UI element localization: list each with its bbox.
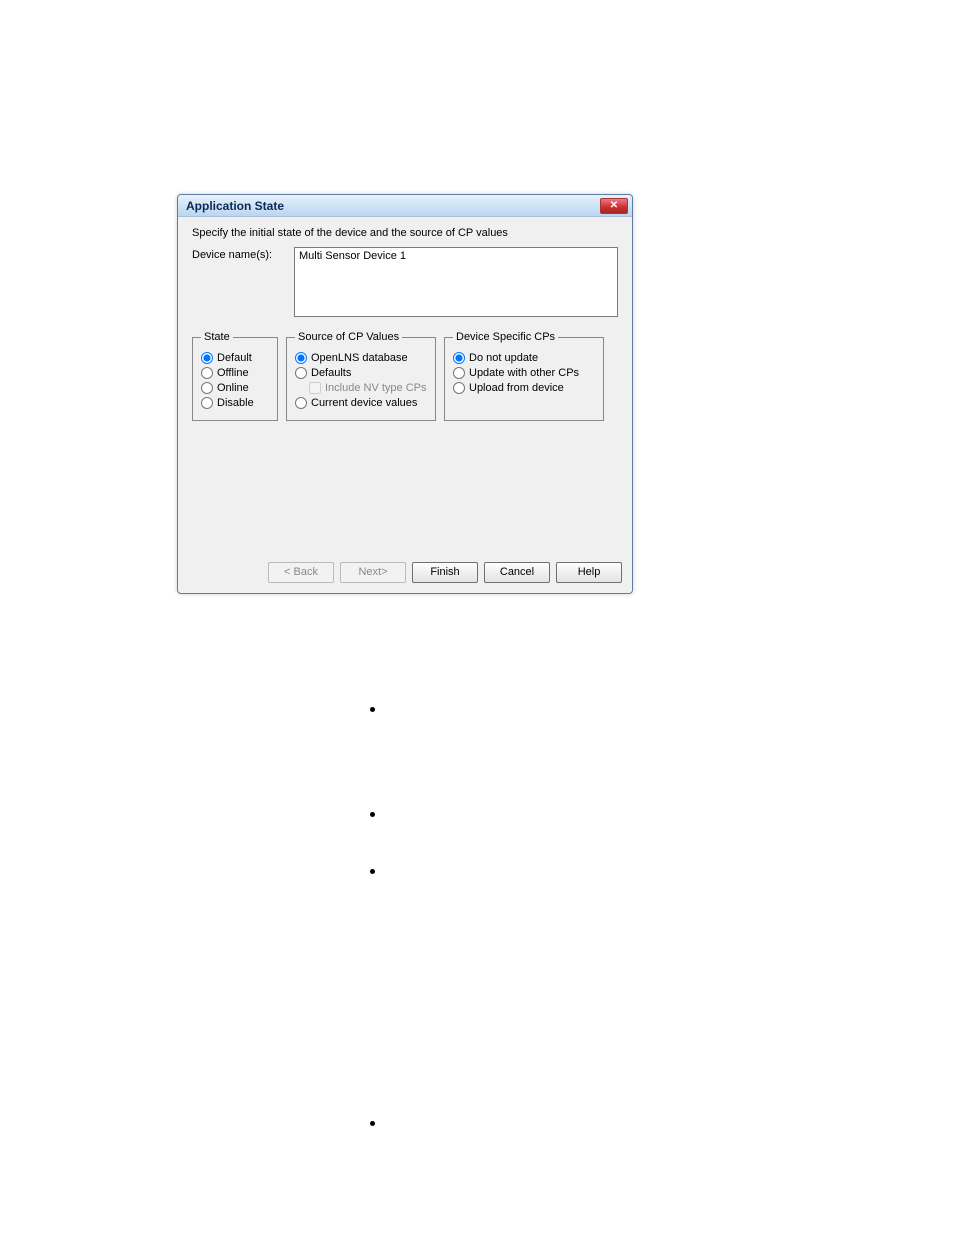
application-state-dialog: Application State Specify the initial st… bbox=[177, 194, 633, 594]
device-name-item: Multi Sensor Device 1 bbox=[299, 250, 613, 262]
specific-update-with-other-label: Update with other CPs bbox=[469, 367, 579, 379]
source-defaults-label: Defaults bbox=[311, 367, 351, 379]
state-offline-label: Offline bbox=[217, 367, 249, 379]
page-bullet bbox=[370, 1121, 375, 1126]
state-legend: State bbox=[201, 331, 233, 343]
source-current-input[interactable] bbox=[295, 397, 307, 409]
help-button[interactable]: Help bbox=[556, 562, 622, 583]
cancel-button[interactable]: Cancel bbox=[484, 562, 550, 583]
specific-upload-input[interactable] bbox=[453, 382, 465, 394]
button-row: < Back Next> Finish Cancel Help bbox=[178, 556, 632, 593]
finish-button[interactable]: Finish bbox=[412, 562, 478, 583]
device-names-list[interactable]: Multi Sensor Device 1 bbox=[294, 247, 618, 317]
device-names-label: Device name(s): bbox=[192, 247, 282, 261]
specific-do-not-update-input[interactable] bbox=[453, 352, 465, 364]
source-defaults-input[interactable] bbox=[295, 367, 307, 379]
source-include-nv-input bbox=[309, 382, 321, 394]
state-online-input[interactable] bbox=[201, 382, 213, 394]
close-button[interactable] bbox=[600, 198, 628, 214]
state-disable-label: Disable bbox=[217, 397, 254, 409]
device-names-row: Device name(s): Multi Sensor Device 1 bbox=[192, 247, 618, 317]
source-openlns-radio[interactable]: OpenLNS database bbox=[295, 352, 427, 364]
dialog-title: Application State bbox=[186, 199, 284, 213]
specific-upload-radio[interactable]: Upload from device bbox=[453, 382, 595, 394]
specific-update-with-other-input[interactable] bbox=[453, 367, 465, 379]
state-offline-input[interactable] bbox=[201, 367, 213, 379]
state-default-input[interactable] bbox=[201, 352, 213, 364]
specific-legend: Device Specific CPs bbox=[453, 331, 558, 343]
state-disable-radio[interactable]: Disable bbox=[201, 397, 269, 409]
source-defaults-radio[interactable]: Defaults bbox=[295, 367, 427, 379]
source-include-nv-checkbox: Include NV type CPs bbox=[309, 382, 427, 394]
state-online-label: Online bbox=[217, 382, 249, 394]
source-current-label: Current device values bbox=[311, 397, 417, 409]
source-current-radio[interactable]: Current device values bbox=[295, 397, 427, 409]
page-bullet bbox=[370, 707, 375, 712]
dialog-body: Specify the initial state of the device … bbox=[178, 217, 632, 556]
specific-do-not-update-radio[interactable]: Do not update bbox=[453, 352, 595, 364]
back-button: < Back bbox=[268, 562, 334, 583]
state-offline-radio[interactable]: Offline bbox=[201, 367, 269, 379]
source-legend: Source of CP Values bbox=[295, 331, 402, 343]
specific-upload-label: Upload from device bbox=[469, 382, 564, 394]
state-default-radio[interactable]: Default bbox=[201, 352, 269, 364]
specific-update-with-other-radio[interactable]: Update with other CPs bbox=[453, 367, 595, 379]
state-default-label: Default bbox=[217, 352, 252, 364]
source-openlns-label: OpenLNS database bbox=[311, 352, 408, 364]
state-disable-input[interactable] bbox=[201, 397, 213, 409]
page-bullet bbox=[370, 869, 375, 874]
specific-do-not-update-label: Do not update bbox=[469, 352, 538, 364]
titlebar: Application State bbox=[178, 195, 632, 217]
state-group: State Default Offline Online Disable bbox=[192, 331, 278, 421]
source-openlns-input[interactable] bbox=[295, 352, 307, 364]
instruction-text: Specify the initial state of the device … bbox=[192, 227, 618, 239]
groups-row: State Default Offline Online Disable bbox=[192, 331, 618, 421]
page-bullet bbox=[370, 812, 375, 817]
source-group: Source of CP Values OpenLNS database Def… bbox=[286, 331, 436, 421]
state-online-radio[interactable]: Online bbox=[201, 382, 269, 394]
source-include-nv-label: Include NV type CPs bbox=[325, 382, 427, 394]
next-button: Next> bbox=[340, 562, 406, 583]
specific-group: Device Specific CPs Do not update Update… bbox=[444, 331, 604, 421]
spacer bbox=[192, 421, 618, 548]
